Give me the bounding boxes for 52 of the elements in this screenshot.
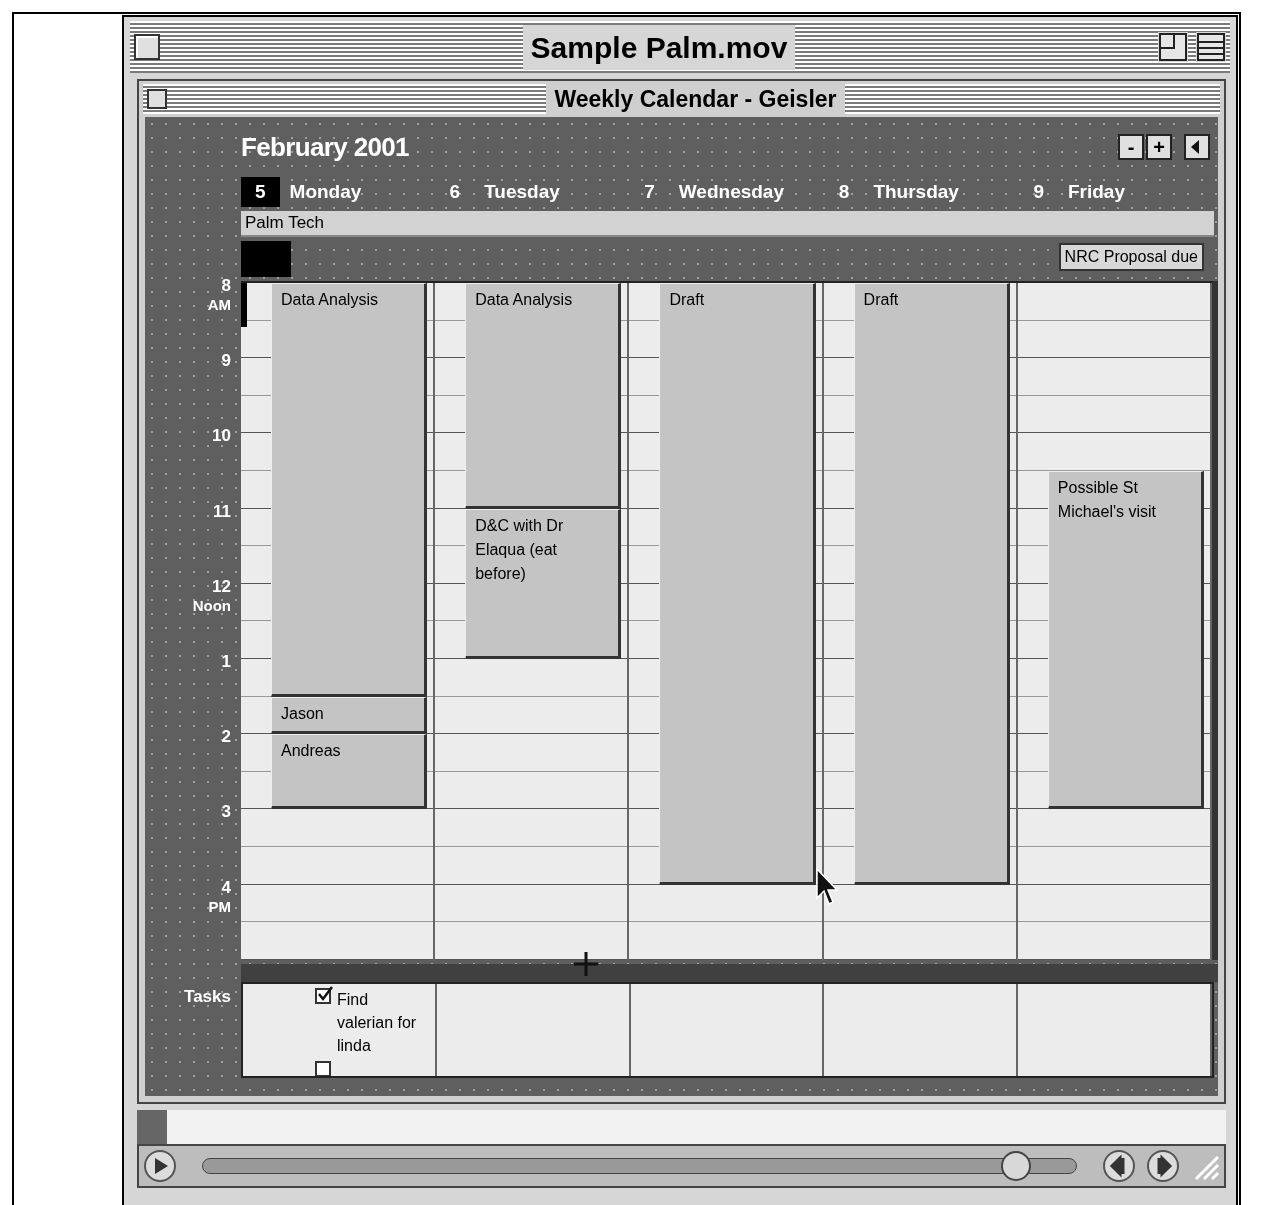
event-block[interactable]: Possible St Michael's visit (1047, 471, 1204, 810)
pointer-icon (816, 868, 838, 908)
play-icon[interactable] (143, 1148, 177, 1183)
hour-label: 9 (221, 350, 231, 372)
hour-label: 8 (221, 275, 231, 297)
all-day-event[interactable]: NRC Proposal due (1058, 243, 1204, 271)
task-text: Find valerian for linda (337, 989, 417, 1057)
day-name[interactable]: Friday (1067, 177, 1125, 207)
day-date[interactable]: 7 (630, 177, 669, 207)
hour-suffix: PM (208, 897, 231, 917)
arrow-left-icon[interactable] (1184, 134, 1210, 160)
hour-label: 11 (213, 500, 231, 522)
close-box[interactable] (147, 89, 167, 109)
event-block[interactable]: Draft (659, 283, 816, 885)
hour-label: 4 (221, 876, 231, 898)
day-name[interactable]: Wednesday (678, 177, 784, 207)
playhead-handle[interactable] (1000, 1150, 1031, 1181)
window-title: Weekly Calendar - Geisler (546, 81, 845, 117)
hour-label: 12 (212, 575, 231, 597)
close-box[interactable] (134, 34, 160, 60)
checkbox[interactable] (315, 1061, 331, 1076)
day-name[interactable]: Tuesday (484, 177, 560, 207)
month-title: February 2001 (241, 130, 409, 164)
event-block[interactable]: Andreas (271, 734, 428, 810)
zoom-box-icon[interactable] (1158, 32, 1188, 62)
hour-label: 3 (221, 801, 231, 823)
event-block[interactable]: D&C with Dr Elaqua (eat before) (465, 508, 622, 659)
step-back-icon[interactable] (1102, 1148, 1136, 1183)
banner-event[interactable]: Palm Tech (241, 211, 1214, 237)
crosshair-icon (574, 952, 598, 976)
window-title: Sample Palm.mov (522, 24, 796, 70)
day-date[interactable]: 6 (435, 177, 475, 207)
day-date[interactable]: 8 (824, 177, 864, 207)
event-block[interactable]: Jason (271, 696, 428, 735)
nav-button[interactable]: + (1146, 134, 1172, 160)
checkbox[interactable] (315, 987, 331, 1004)
collapse-box-icon[interactable] (1196, 32, 1226, 62)
event-block[interactable]: Draft (853, 283, 1010, 885)
hour-label: 2 (221, 726, 231, 748)
hour-label: 1 (221, 650, 231, 673)
day-date[interactable]: 9 (1019, 177, 1058, 207)
nav-button[interactable]: - (1118, 134, 1144, 160)
hour-label: 10 (212, 425, 231, 447)
hour-suffix: AM (207, 296, 231, 315)
day-name[interactable]: Thursday (873, 177, 959, 207)
event-block[interactable]: Data Analysis (271, 283, 428, 697)
event-block[interactable]: Data Analysis (465, 283, 622, 509)
day-name[interactable]: Monday (289, 177, 362, 207)
tasks-label: Tasks (184, 985, 231, 1008)
step-forward-icon[interactable] (1146, 1148, 1180, 1183)
hour-suffix: Noon (192, 597, 231, 616)
day-date[interactable]: 5 (241, 177, 280, 207)
